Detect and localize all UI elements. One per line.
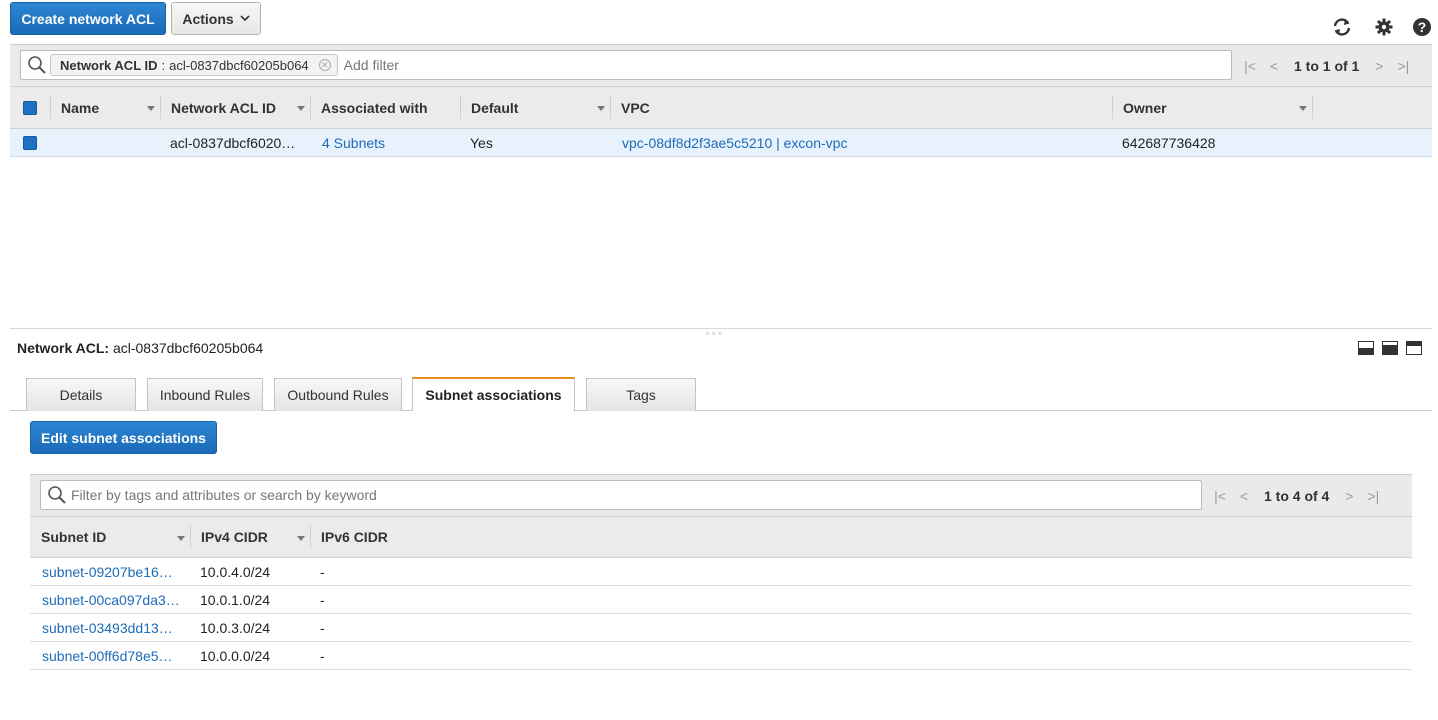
cell-acl-id: acl-0837dbcf6020…: [170, 134, 296, 151]
table-row[interactable]: subnet-09207be16… 10.0.4.0/24 -: [30, 558, 1412, 586]
tab-subnet-associations[interactable]: Subnet associations: [412, 377, 575, 411]
subnet-filter-bar: Filter by tags and attributes or search …: [30, 474, 1412, 516]
actions-label: Actions: [182, 10, 234, 27]
remove-filter-icon[interactable]: ✕: [318, 59, 331, 71]
tab-tags[interactable]: Tags: [586, 378, 696, 411]
help-icon[interactable]: ?: [1411, 16, 1433, 38]
panel-size-controls: [1358, 341, 1422, 355]
actions-button[interactable]: Actions: [171, 2, 261, 35]
ipv4-cidr: 10.0.3.0/24: [200, 619, 271, 636]
edit-subnet-associations-button[interactable]: Edit subnet associations: [30, 421, 217, 454]
ipv6-cidr: -: [320, 647, 325, 664]
top-pagination: |< < 1 to 1 of 1 > >|: [1238, 55, 1415, 77]
sort-caret-icon: [147, 106, 155, 111]
column-subnet-id[interactable]: Subnet ID: [30, 517, 190, 557]
search-icon: [48, 486, 66, 504]
ipv4-cidr: 10.0.0.0/24: [200, 647, 271, 664]
filter-input[interactable]: Network ACL ID : acl-0837dbcf60205b064 ✕…: [20, 50, 1232, 80]
chevron-down-icon: [240, 15, 250, 22]
details-title: Network ACL: acl-0837dbcf60205b064: [17, 340, 264, 356]
table-row[interactable]: acl-0837dbcf6020… 4 Subnets Yes vpc-08df…: [10, 129, 1432, 157]
add-filter-placeholder: Add filter: [343, 57, 399, 73]
filter-chip-value: acl-0837dbcf60205b064: [169, 57, 309, 73]
subnet-id-link[interactable]: subnet-03493dd13…: [42, 614, 173, 641]
filter-bar: Network ACL ID : acl-0837dbcf60205b064 ✕…: [10, 44, 1432, 86]
filter-chip-key: Network ACL ID: [60, 57, 158, 73]
subnet-search-input[interactable]: Filter by tags and attributes or search …: [40, 480, 1202, 510]
next-page-icon[interactable]: >: [1337, 488, 1361, 504]
maximize-panel-icon[interactable]: [1406, 341, 1422, 355]
column-name[interactable]: Name: [50, 87, 160, 128]
half-panel-icon[interactable]: [1382, 341, 1398, 355]
first-page-icon[interactable]: |<: [1238, 58, 1262, 74]
column-default[interactable]: Default: [460, 87, 610, 128]
subnet-search-placeholder: Filter by tags and attributes or search …: [71, 487, 377, 503]
column-vpc[interactable]: VPC: [610, 87, 1112, 128]
sort-caret-icon: [297, 536, 305, 541]
first-page-icon[interactable]: |<: [1208, 488, 1232, 504]
last-page-icon[interactable]: >|: [1361, 488, 1385, 504]
previous-page-icon[interactable]: <: [1262, 58, 1286, 74]
pagination-text: 1 to 1 of 1: [1294, 58, 1360, 74]
row-checkbox[interactable]: [23, 129, 37, 156]
sort-caret-icon: [177, 536, 185, 541]
column-owner[interactable]: Owner: [1112, 87, 1312, 128]
svg-text:?: ?: [1418, 19, 1427, 35]
filter-chip[interactable]: Network ACL ID : acl-0837dbcf60205b064 ✕: [50, 54, 338, 76]
select-all-checkbox[interactable]: [23, 87, 37, 128]
cell-default: Yes: [470, 134, 493, 151]
gear-icon[interactable]: [1373, 16, 1395, 38]
column-associated-with[interactable]: Associated with: [310, 87, 460, 128]
subnet-pagination-text: 1 to 4 of 4: [1264, 488, 1330, 504]
ipv6-cidr: -: [320, 591, 325, 608]
column-ipv6-cidr[interactable]: IPv6 CIDR: [310, 517, 430, 557]
column-acl-id[interactable]: Network ACL ID: [160, 87, 310, 128]
acl-table-header: Name Network ACL ID Associated with Defa…: [10, 86, 1432, 129]
ipv4-cidr: 10.0.4.0/24: [200, 563, 271, 580]
sort-caret-icon: [1299, 106, 1307, 111]
tab-inbound-rules[interactable]: Inbound Rules: [147, 378, 263, 411]
subnet-table-header: Subnet ID IPv4 CIDR IPv6 CIDR: [30, 516, 1412, 558]
ipv6-cidr: -: [320, 619, 325, 636]
ipv6-cidr: -: [320, 563, 325, 580]
cell-owner: 642687736428: [1122, 134, 1216, 151]
sort-caret-icon: [597, 106, 605, 111]
last-page-icon[interactable]: >|: [1391, 58, 1415, 74]
filter-chip-separator: :: [161, 57, 166, 73]
subnet-pagination: |< < 1 to 4 of 4 > >|: [1208, 485, 1385, 507]
refresh-icon[interactable]: [1331, 16, 1353, 38]
next-page-icon[interactable]: >: [1367, 58, 1391, 74]
create-network-acl-label: Create network ACL: [21, 10, 155, 27]
ipv4-cidr: 10.0.1.0/24: [200, 591, 271, 608]
table-row[interactable]: subnet-00ca097da3… 10.0.1.0/24 -: [30, 586, 1412, 614]
cell-associated-link[interactable]: 4 Subnets: [322, 129, 385, 156]
create-network-acl-button[interactable]: Create network ACL: [10, 2, 166, 35]
minimize-panel-icon[interactable]: [1358, 341, 1374, 355]
column-ipv4-cidr[interactable]: IPv4 CIDR: [190, 517, 310, 557]
sort-caret-icon: [297, 106, 305, 111]
subnet-id-link[interactable]: subnet-00ff6d78e5…: [42, 642, 173, 669]
search-icon: [28, 56, 46, 74]
table-row[interactable]: subnet-00ff6d78e5… 10.0.0.0/24 -: [30, 642, 1412, 670]
subnet-id-link[interactable]: subnet-00ca097da3…: [42, 586, 180, 613]
resize-handle[interactable]: ▫▫▫: [706, 328, 725, 338]
previous-page-icon[interactable]: <: [1232, 488, 1256, 504]
subnet-id-link[interactable]: subnet-09207be16…: [42, 558, 173, 585]
table-row[interactable]: subnet-03493dd13… 10.0.3.0/24 -: [30, 614, 1412, 642]
cell-vpc-link[interactable]: vpc-08df8d2f3ae5c5210 | excon-vpc: [622, 129, 847, 156]
tab-outbound-rules[interactable]: Outbound Rules: [274, 378, 402, 411]
tab-details[interactable]: Details: [26, 378, 136, 411]
